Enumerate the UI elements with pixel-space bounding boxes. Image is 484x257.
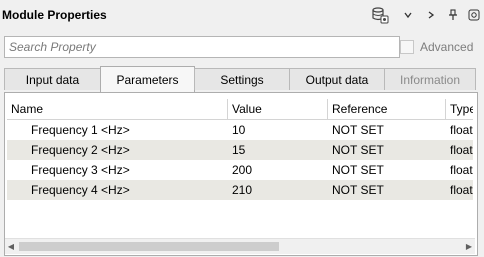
tab-output-data[interactable]: Output data: [289, 68, 385, 90]
column-header-reference[interactable]: Reference: [328, 99, 446, 119]
column-header-value[interactable]: Value: [228, 99, 328, 119]
tab-parameters[interactable]: Parameters: [100, 66, 195, 92]
panel-title: Module Properties: [2, 8, 107, 22]
chevron-right-icon[interactable]: [423, 6, 439, 24]
cell-reference[interactable]: NOT SET: [328, 180, 446, 200]
cell-reference[interactable]: NOT SET: [328, 120, 446, 140]
table-header: Name Value Reference Type: [7, 99, 473, 120]
cell-reference[interactable]: NOT SET: [328, 160, 446, 180]
tab-label: Settings: [220, 72, 264, 87]
table-row[interactable]: Frequency 1 <Hz> 10 NOT SET float: [7, 120, 473, 140]
column-header-name[interactable]: Name: [7, 99, 228, 119]
tab-information: Information: [384, 68, 476, 90]
cell-value[interactable]: 210: [228, 180, 328, 200]
table-row[interactable]: Frequency 3 <Hz> 200 NOT SET float: [7, 160, 473, 180]
tab-label: Input data: [25, 72, 80, 87]
parameters-table: Name Value Reference Type Frequency 1 <H…: [7, 99, 473, 239]
cell-name: Frequency 3 <Hz>: [31, 163, 130, 177]
cell-value[interactable]: 10: [228, 120, 328, 140]
tab-label: Parameters: [116, 72, 179, 87]
tab-label: Information: [399, 72, 461, 87]
table-row[interactable]: Frequency 2 <Hz> 15 NOT SET float: [7, 140, 473, 160]
tab-label: Output data: [305, 72, 369, 87]
cell-type: float: [450, 123, 473, 137]
advanced-label: Advanced: [420, 40, 474, 54]
arrow-left-icon[interactable]: ◀: [5, 239, 17, 254]
close-icon[interactable]: [466, 6, 482, 24]
database-settings-icon[interactable]: [370, 6, 390, 24]
search-input[interactable]: [4, 36, 400, 58]
arrow-right-icon[interactable]: ▶: [463, 239, 475, 254]
scrollbar-thumb[interactable]: [19, 242, 279, 251]
cell-reference[interactable]: NOT SET: [328, 140, 446, 160]
parameters-panel: Name Value Reference Type Frequency 1 <H…: [4, 92, 478, 256]
cell-name: Frequency 4 <Hz>: [31, 183, 130, 197]
horizontal-scrollbar[interactable]: ◀ ▶: [5, 238, 475, 254]
cell-type: float: [450, 163, 473, 177]
tab-bar: Input data Parameters Settings Output da…: [0, 66, 484, 92]
cell-value[interactable]: 200: [228, 160, 328, 180]
cell-name: Frequency 1 <Hz>: [31, 123, 130, 137]
table-row[interactable]: Frequency 4 <Hz> 210 NOT SET float: [7, 180, 473, 200]
tab-input-data[interactable]: Input data: [4, 68, 101, 90]
chevron-down-icon[interactable]: [400, 6, 416, 24]
cell-name: Frequency 2 <Hz>: [31, 143, 130, 157]
tab-settings[interactable]: Settings: [194, 68, 290, 90]
advanced-checkbox[interactable]: Advanced: [400, 40, 473, 54]
cell-value[interactable]: 15: [228, 140, 328, 160]
search-row: Advanced: [0, 34, 484, 62]
cell-type: float: [450, 183, 473, 197]
column-header-type[interactable]: Type: [446, 99, 473, 119]
cell-type: float: [450, 143, 473, 157]
pin-icon[interactable]: [445, 6, 461, 24]
title-bar: Module Properties: [0, 0, 484, 30]
checkbox-box[interactable]: [400, 40, 414, 54]
